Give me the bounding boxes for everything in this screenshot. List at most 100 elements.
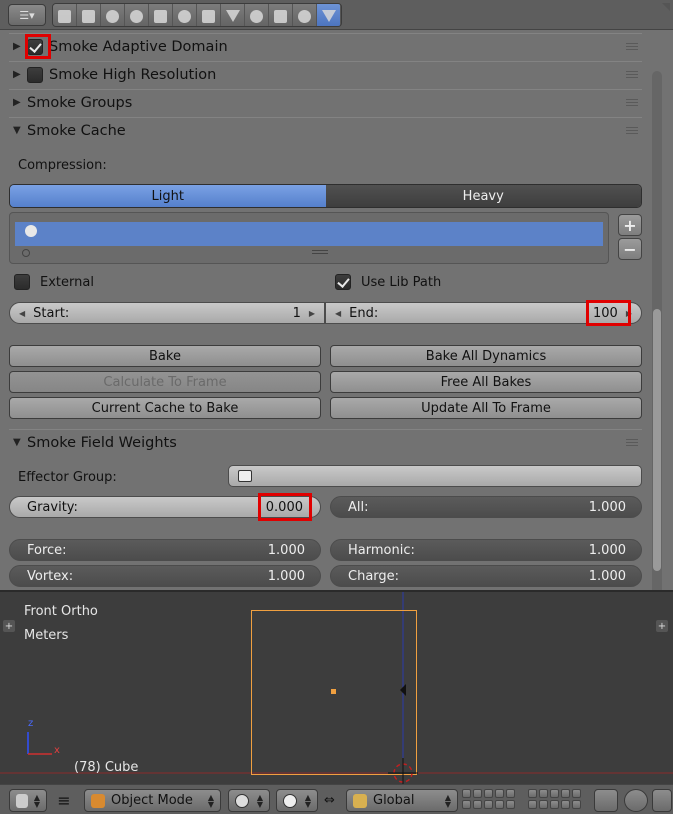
3d-view-icon [16,793,28,808]
harmonic-label: Harmonic: [348,542,415,558]
orientation-selector[interactable]: Global ▲ ▼ [346,789,458,812]
updown-arrows-icon: ▲ ▼ [304,792,311,809]
list-filter-icon[interactable] [22,249,30,257]
cache-list [9,212,609,264]
effector-group-field[interactable] [228,465,642,487]
external-option[interactable]: External [14,274,94,290]
editor-type-button[interactable]: ☰▾ [8,4,46,26]
texture-icon[interactable] [269,4,293,26]
render-layers-icon[interactable] [77,4,101,26]
external-checkbox[interactable] [14,274,30,290]
bake-all-dynamics-button[interactable]: Bake All Dynamics [330,345,642,367]
mode-label: Object Mode [111,793,193,808]
mode-selector[interactable]: Object Mode ▲ ▼ [84,789,221,812]
current-cache-to-bake-button[interactable]: Current Cache to Bake [9,397,321,419]
physics-properties: ▶ Smoke Adaptive Domain ▶ Smoke High Res… [0,31,673,616]
data-icon[interactable] [221,4,245,26]
vortex-weight-field[interactable]: Vortex: 1.000 [9,565,321,587]
all-label: All: [348,499,369,515]
bake-button[interactable]: Bake [9,345,321,367]
all-weight-field[interactable]: All: 1.000 [330,496,642,518]
world-icon[interactable] [125,4,149,26]
force-weight-field[interactable]: Force: 1.000 [9,539,321,561]
gravity-label: Gravity: [27,499,78,515]
charge-label: Charge: [348,568,400,584]
use-lib-path-option[interactable]: Use Lib Path [335,274,441,290]
snap-icon[interactable] [652,789,672,812]
charge-value: 1.000 [588,568,626,584]
physics-icon[interactable] [317,4,341,26]
harmonic-weight-field[interactable]: Harmonic: 1.000 [330,539,642,561]
update-all-to-frame-button[interactable]: Update All To Frame [330,397,642,419]
proportional-edit-icon[interactable] [624,789,648,812]
start-value: 1 [292,305,301,321]
pivot-icon [283,793,297,808]
object-mode-icon [91,793,105,808]
layer-buttons-right[interactable] [528,789,581,809]
compression-label: Compression: [18,158,107,173]
area-corner[interactable] [662,3,670,11]
pivot-point-button[interactable]: ▲ ▼ [276,789,318,812]
compression-light-option[interactable]: Light [10,185,326,207]
expanded-arrow-icon: ▼ [13,437,21,448]
panel-smoke-groups[interactable]: ▶ Smoke Groups [9,89,642,115]
decrement-arrow-icon[interactable]: ◀ [335,309,341,318]
list-resize-grip-icon[interactable] [312,250,328,256]
panel-title: Smoke Adaptive Domain [49,38,228,55]
highlight-box [586,300,631,326]
modifiers-icon[interactable] [197,4,221,26]
updown-arrows-icon: ▲ ▼ [256,792,263,809]
properties-scrollbar[interactable] [652,71,662,616]
charge-weight-field[interactable]: Charge: 1.000 [330,565,642,587]
expanded-arrow-icon: ▼ [13,125,21,136]
drag-grip-icon[interactable] [626,99,638,106]
panel-smoke-field-weights[interactable]: ▼ Smoke Field Weights [9,429,642,455]
menu-icon[interactable]: ≡ [52,789,76,812]
layer-buttons-left[interactable] [462,789,515,809]
harmonic-value: 1.000 [588,542,626,558]
drag-grip-icon[interactable] [626,439,638,446]
panel-title: Smoke Field Weights [27,434,177,451]
lock-camera-icon[interactable] [594,789,618,812]
transform-orientation-icon [353,793,367,808]
drag-grip-icon[interactable] [626,127,638,134]
material-icon[interactable] [245,4,269,26]
calculate-to-frame-button[interactable]: Calculate To Frame [9,371,321,393]
compression-selector: Light Heavy [9,184,642,208]
object-icon[interactable] [149,4,173,26]
use-lib-path-label: Use Lib Path [361,274,442,290]
use-lib-path-checkbox[interactable] [335,274,351,290]
compression-heavy-option[interactable]: Heavy [325,185,641,207]
panel-title: Smoke Groups [27,94,133,111]
viewport-header: ▲ ▼ ≡ Object Mode ▲ ▼ ▲ ▼ ▲ ▼ ⇔ Global ▲ ▼ [0,784,673,814]
3d-viewport[interactable]: Front Ortho Meters + + z x (78) Cube [0,590,673,784]
constraints-icon[interactable] [173,4,197,26]
particles-icon[interactable] [293,4,317,26]
panel-smoke-cache[interactable]: ▼ Smoke Cache [9,117,642,143]
external-label: External [40,274,94,290]
panel-title: Smoke High Resolution [49,66,217,83]
vortex-value: 1.000 [267,568,305,584]
panel-smoke-adaptive-domain[interactable]: ▶ Smoke Adaptive Domain [9,33,642,59]
decrement-arrow-icon[interactable]: ◀ [19,309,25,318]
viewport-shading-button[interactable]: ▲ ▼ [228,789,270,812]
drag-grip-icon[interactable] [626,71,638,78]
add-cache-icon[interactable]: + [618,214,642,236]
increment-arrow-icon[interactable]: ▶ [309,309,315,318]
panel-title: Smoke Cache [27,122,126,139]
panel-smoke-high-resolution[interactable]: ▶ Smoke High Resolution [9,61,642,87]
drag-grip-icon[interactable] [626,43,638,50]
start-label: Start: [33,305,70,321]
manipulator-toggle-icon[interactable]: ⇔ [320,789,342,812]
render-icon[interactable] [53,4,77,26]
start-frame-field[interactable]: ◀ Start: 1 ▶ [9,302,325,324]
editor-type-button[interactable]: ▲ ▼ [9,789,47,812]
context-tabs [52,3,342,27]
properties-editor-icon: ☰▾ [19,8,35,22]
free-all-bakes-button[interactable]: Free All Bakes [330,371,642,393]
remove-cache-icon[interactable]: − [618,238,642,260]
scene-icon[interactable] [101,4,125,26]
scrollbar-thumb[interactable] [653,309,661,571]
high-resolution-checkbox[interactable] [27,66,43,83]
cache-list-item[interactable] [15,222,603,246]
